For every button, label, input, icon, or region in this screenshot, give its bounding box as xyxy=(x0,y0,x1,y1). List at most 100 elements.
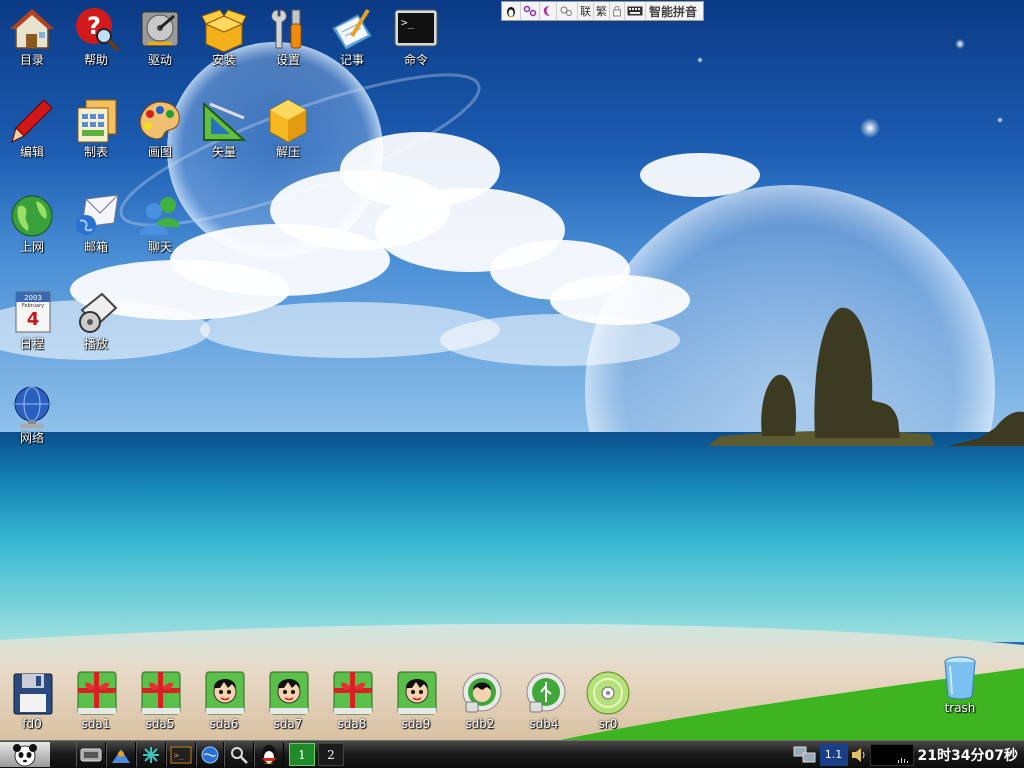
drive-sda5[interactable]: sda5 xyxy=(128,670,192,731)
drive-label: sda6 xyxy=(209,717,239,731)
desktop-icon-install[interactable]: 安装 xyxy=(192,6,256,67)
floppy-icon xyxy=(13,673,53,715)
soft-keyboard-symbol-icon[interactable] xyxy=(521,2,540,20)
ime-traditional-toggle[interactable]: 繁 xyxy=(594,2,610,20)
start-menu-button[interactable] xyxy=(0,742,50,767)
linux-penguin-icon[interactable] xyxy=(502,2,521,20)
desktop-icon-label: 目录 xyxy=(19,53,44,67)
desktop-icon-chat[interactable]: 聊天 xyxy=(128,193,192,254)
drive-sda9[interactable]: sda9 xyxy=(384,670,448,731)
volume-button[interactable] xyxy=(848,744,870,766)
desktop-icon-settings[interactable]: 设置 xyxy=(256,6,320,67)
drive-astroboy-icon xyxy=(205,671,245,715)
search-icon xyxy=(231,746,248,764)
desktop-icon-directory[interactable]: 目录 xyxy=(0,6,64,67)
lock-icon[interactable] xyxy=(610,2,625,20)
usb-astroboy-icon xyxy=(462,672,502,713)
desktop-icon-label: 命令 xyxy=(403,53,428,67)
desktop-icon-help[interactable]: ? 帮助 xyxy=(64,6,128,67)
drive-sda8[interactable]: sda8 xyxy=(320,670,384,731)
trash-label: trash xyxy=(944,701,976,715)
keyboard-layout-indicator[interactable]: 1.1 xyxy=(819,743,848,766)
terminal-icon: >_ xyxy=(170,746,192,763)
workspace-2-button[interactable]: 2 xyxy=(318,743,344,766)
calendar-day-text: 4 xyxy=(27,309,40,330)
desktop-icon-label: 邮箱 xyxy=(83,240,108,254)
cdrom-icon xyxy=(586,671,630,715)
qq-penguin-icon xyxy=(262,744,276,764)
drive-fd0[interactable]: fd0 xyxy=(0,670,64,731)
desktop-icon-label: 驱动 xyxy=(147,53,172,67)
keyboard-icon[interactable] xyxy=(625,2,646,20)
show-desktop-icon xyxy=(80,748,102,761)
desktop-icon-spreadsheet[interactable]: 制表 xyxy=(64,98,128,159)
network-config-launcher[interactable] xyxy=(136,742,166,767)
desktop-icon-vector[interactable]: 矢量 xyxy=(192,98,256,159)
package-box-icon xyxy=(201,9,247,52)
desktop-icon-paint[interactable]: 画图 xyxy=(128,98,192,159)
drive-sdb4[interactable]: sdb4 xyxy=(512,670,576,731)
calendar-year-text: 2003 xyxy=(24,294,42,302)
browser-launcher[interactable] xyxy=(196,742,224,767)
drive-sda6[interactable]: sda6 xyxy=(192,670,256,731)
hard-disk-icon xyxy=(141,11,179,47)
drive-astroboy-icon xyxy=(269,671,309,715)
speaker-icon xyxy=(851,747,865,762)
desktop-icon-mail[interactable]: 邮箱 xyxy=(64,193,128,254)
input-method-bar[interactable]: 联 繁 智能拼音 xyxy=(501,1,704,21)
desktop-icon-label: 帮助 xyxy=(83,53,108,67)
desktop-icon-schedule[interactable]: 2003 February 4 日程 xyxy=(0,290,64,351)
desktop-icon-label: 安装 xyxy=(211,53,236,67)
desktop-icon-player[interactable]: 播放 xyxy=(64,290,128,351)
drive-label: sda7 xyxy=(273,717,303,731)
desktop-icon-notes[interactable]: 记事 xyxy=(320,6,384,67)
desktop-icon-extract[interactable]: 解压 xyxy=(256,98,320,159)
moon-icon[interactable] xyxy=(540,2,557,20)
desktop-icon-label: 日程 xyxy=(19,337,44,351)
network-globe-icon xyxy=(14,386,50,428)
desktop-icon-label: 画图 xyxy=(147,145,172,159)
network-status-button[interactable] xyxy=(790,744,820,766)
drive-label: sda9 xyxy=(401,717,431,731)
ime-name-label[interactable]: 智能拼音 xyxy=(646,2,700,20)
ime-lianxiang-toggle[interactable]: 联 xyxy=(578,2,594,20)
drive-gift-icon xyxy=(141,671,181,715)
clock-display[interactable]: 21时34分07秒 xyxy=(914,745,1024,765)
pen-icon xyxy=(11,99,53,143)
desktop-icon-edit[interactable]: 编辑 xyxy=(0,98,64,159)
svg-text:>_: >_ xyxy=(401,16,415,29)
svg-text:>_: >_ xyxy=(174,751,184,760)
desktop-icon-label: 网络 xyxy=(19,431,44,445)
terminal-icon: >_ xyxy=(394,9,438,47)
desktop-icon-driver[interactable]: 驱动 xyxy=(128,6,192,67)
spreadsheet-icon xyxy=(77,99,117,143)
drive-label: sdb2 xyxy=(465,717,495,731)
drive-sr0[interactable]: sr0 xyxy=(576,670,640,731)
drive-sda7[interactable]: sda7 xyxy=(256,670,320,731)
desktop-icon-internet[interactable]: 上网 xyxy=(0,193,64,254)
file-manager-icon xyxy=(112,748,130,763)
terminal-launcher[interactable]: >_ xyxy=(166,742,196,767)
desktop-icon-command[interactable]: >_ 命令 xyxy=(384,6,448,67)
system-tray: 1.1 21时34分07秒 xyxy=(790,742,1024,767)
punctuation-icon[interactable] xyxy=(557,2,578,20)
file-manager-launcher[interactable] xyxy=(106,742,136,767)
drive-sdb2[interactable]: sdb2 xyxy=(448,670,512,731)
desktop-icon-trash[interactable]: trash xyxy=(928,654,992,715)
archive-cube-icon xyxy=(269,99,307,143)
desktop-icon-label: 上网 xyxy=(19,240,44,254)
taskbar: >_ 1 2 1.1 21时34分07秒 xyxy=(0,740,1024,768)
qq-launcher[interactable] xyxy=(254,742,284,767)
desktop-icon-label: 解压 xyxy=(275,145,300,159)
desktop-icon-network[interactable]: 网络 xyxy=(0,384,64,445)
search-launcher[interactable] xyxy=(224,742,254,767)
drive-label: sda8 xyxy=(337,717,367,731)
drive-gift-icon xyxy=(333,671,373,715)
desktop-icon-label: 矢量 xyxy=(211,145,236,159)
drive-sda1[interactable]: sda1 xyxy=(64,670,128,731)
show-desktop-button[interactable] xyxy=(76,742,106,767)
help-icon: ? xyxy=(76,8,120,52)
notepad-icon xyxy=(331,8,373,51)
workspace-1-button[interactable]: 1 xyxy=(289,743,315,766)
system-monitor-graph[interactable] xyxy=(869,743,914,766)
